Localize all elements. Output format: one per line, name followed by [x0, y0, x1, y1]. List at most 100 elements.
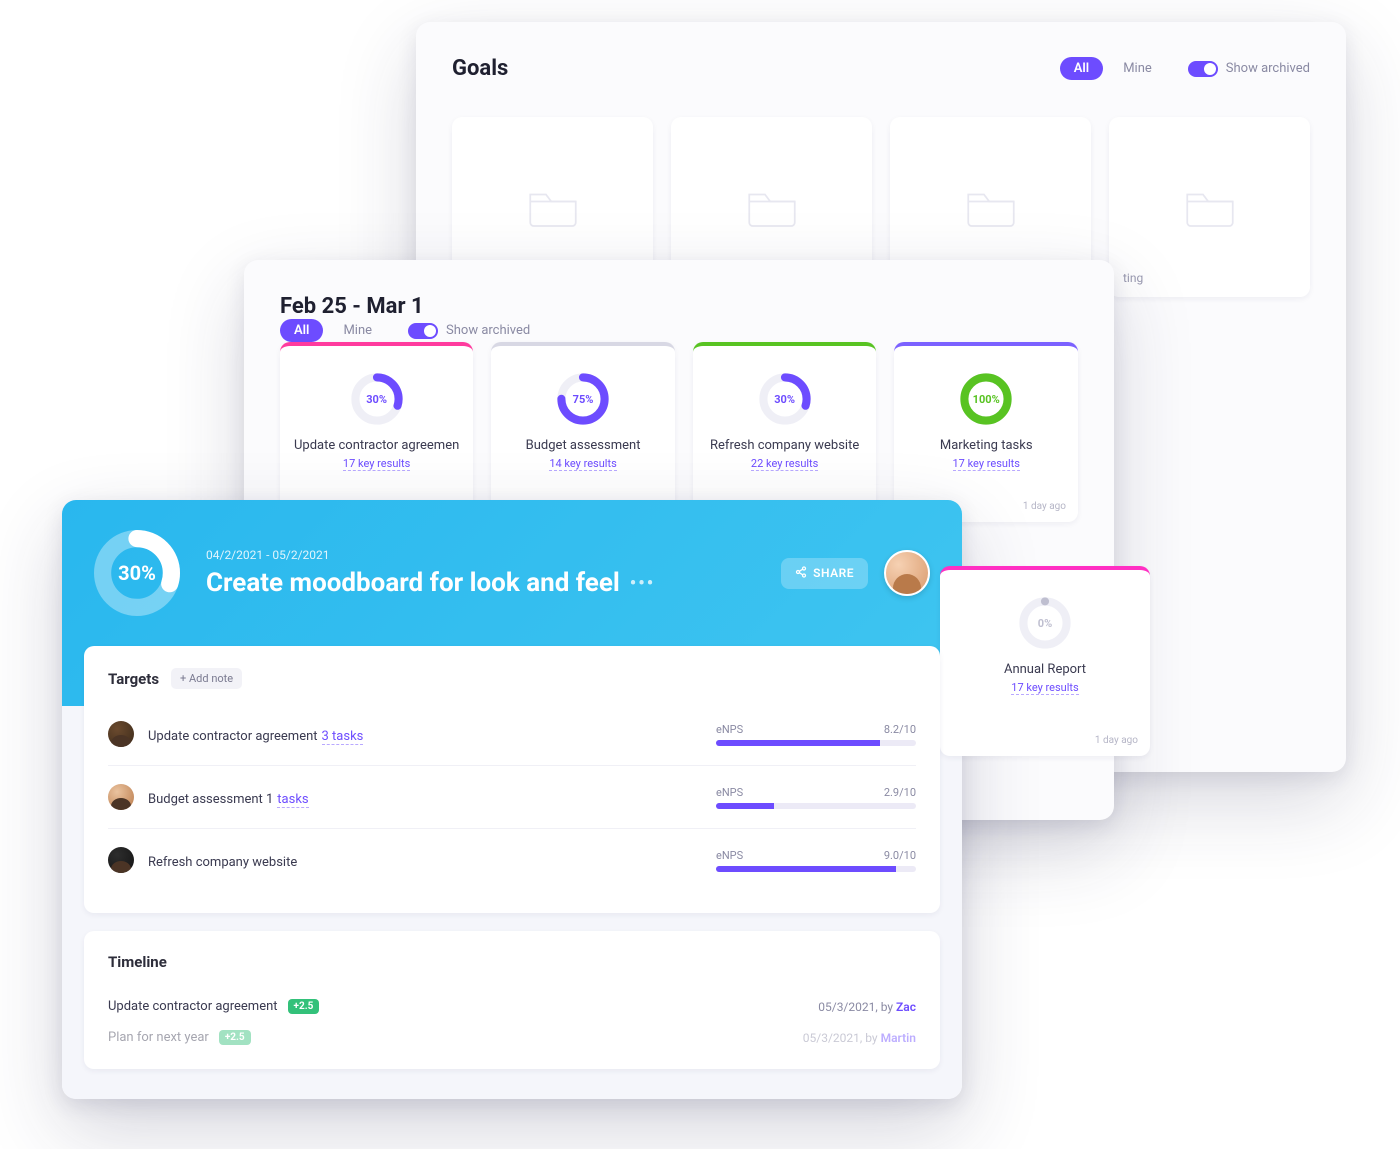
progress-ring: 30%: [350, 372, 404, 426]
goal-title: Create moodboard for look and feel •••: [206, 568, 655, 598]
filter-all[interactable]: All: [1060, 57, 1103, 80]
timeline-heading: Timeline: [108, 953, 167, 971]
assignee-avatar[interactable]: [108, 847, 134, 873]
archived-toggle-row: Show archived: [1188, 61, 1310, 77]
target-title-wrap: Budget assessment 1 tasks: [148, 788, 309, 807]
folder-icon: [963, 181, 1019, 233]
progress-value: 30%: [94, 530, 180, 616]
goal-card[interactable]: 30% Update contractor agreemen 17 key re…: [280, 342, 473, 522]
timeline-by[interactable]: Zac: [896, 1000, 916, 1014]
target-title: Update contractor agreement: [148, 729, 318, 744]
enps-score: 9.0/10: [884, 849, 916, 862]
target-row: Budget assessment 1 tasks eNPS 2.9/10: [108, 765, 916, 828]
timeline-title: Plan for next year: [108, 1030, 209, 1045]
page-title: Goals: [452, 56, 508, 81]
progress-value: 30%: [350, 372, 404, 426]
enps-label: eNPS: [716, 786, 743, 799]
goal-name: Refresh company website: [707, 438, 863, 453]
targets-head: Targets + Add note: [108, 668, 916, 689]
enps-meter: eNPS 8.2/10: [716, 723, 916, 746]
filter-mine[interactable]: Mine: [329, 319, 386, 342]
assignee-avatar[interactable]: [108, 721, 134, 747]
target-row: Update contractor agreement 3 tasks eNPS…: [108, 703, 916, 765]
progress-value: 30%: [758, 372, 812, 426]
goal-daterange: 04/2/2021 - 05/2/2021: [206, 548, 655, 562]
assignee-avatar[interactable]: [108, 784, 134, 810]
timeline-meta: 05/3/2021, by Zac: [818, 1000, 916, 1014]
enps-bar: [716, 803, 916, 809]
goal-meta[interactable]: 22 key results: [751, 457, 818, 471]
folder-icon: [525, 181, 581, 233]
owner-avatar[interactable]: [884, 550, 930, 596]
targets-list: Update contractor agreement 3 tasks eNPS…: [108, 703, 916, 891]
enps-meter: eNPS 9.0/10: [716, 849, 916, 872]
goal-card[interactable]: 30% Refresh company website 22 key resul…: [693, 342, 877, 522]
goal-card[interactable]: 0% Annual Report 17 key results 1 day ag…: [940, 566, 1150, 756]
archived-toggle-row: Show archived: [408, 323, 530, 339]
target-title: Refresh company website: [148, 855, 297, 870]
archived-label: Show archived: [446, 323, 530, 338]
weekly-header: Feb 25 - Mar 1 All Mine Show archived: [280, 294, 1078, 342]
goal-detail-actions: SHARE: [781, 550, 930, 596]
share-button[interactable]: SHARE: [781, 558, 868, 589]
timeline-delta: +2.5: [219, 1030, 251, 1045]
progress-ring: 30%: [758, 372, 812, 426]
goal-name: Annual Report: [954, 662, 1136, 677]
goal-detail-heading: 04/2/2021 - 05/2/2021 Create moodboard f…: [206, 548, 655, 598]
enps-bar: [716, 740, 916, 746]
goal-meta[interactable]: 14 key results: [549, 457, 616, 471]
enps-score: 8.2/10: [884, 723, 916, 736]
target-title: Budget assessment 1: [148, 792, 273, 807]
goal-card[interactable]: 100% Marketing tasks 17 key results 1 da…: [894, 342, 1078, 522]
enps-bar: [716, 866, 916, 872]
progress-ring: 30%: [94, 530, 180, 616]
timeline-list: Update contractor agreement +2.5 05/3/20…: [108, 985, 916, 1047]
enps-label: eNPS: [716, 723, 743, 736]
goal-card[interactable]: 75% Budget assessment 14 key results: [491, 342, 675, 522]
progress-ring: 100%: [959, 372, 1013, 426]
archived-toggle[interactable]: [408, 323, 438, 339]
tasks-link[interactable]: 3 tasks: [322, 729, 364, 745]
goal-meta[interactable]: 17 key results: [953, 457, 1020, 471]
target-row: Refresh company website eNPS 9.0/10: [108, 828, 916, 891]
folder-caption: ting: [1123, 271, 1143, 285]
goal-overflow-column: 0% Annual Report 17 key results 1 day ag…: [940, 566, 1150, 756]
progress-ring: 75%: [556, 372, 610, 426]
goal-name: Budget assessment: [505, 438, 661, 453]
share-icon: [795, 566, 807, 581]
goal-detail-body: Targets + Add note Update contractor agr…: [62, 646, 962, 1099]
goal-timestamp: 1 day ago: [1095, 735, 1138, 746]
filter-mine[interactable]: Mine: [1109, 57, 1166, 80]
tasks-link[interactable]: tasks: [277, 792, 308, 808]
filter-all[interactable]: All: [280, 319, 323, 342]
filter-segment: All Mine: [1060, 57, 1166, 80]
enps-label: eNPS: [716, 849, 743, 862]
timeline-row: Plan for next year +2.5 05/3/2021, by Ma…: [108, 1016, 916, 1047]
target-title-wrap: Refresh company website: [148, 851, 297, 870]
share-label: SHARE: [813, 566, 854, 580]
progress-ring: 0%: [1018, 596, 1072, 650]
archived-toggle[interactable]: [1188, 61, 1218, 77]
goal-timestamp: 1 day ago: [1023, 501, 1066, 512]
enps-score: 2.9/10: [884, 786, 916, 799]
timeline-title: Update contractor agreement: [108, 999, 278, 1014]
archived-label: Show archived: [1226, 61, 1310, 76]
progress-value: 75%: [556, 372, 610, 426]
timeline-by[interactable]: Martin: [881, 1031, 916, 1045]
weekly-header-controls: All Mine Show archived: [280, 319, 1078, 342]
progress-value: 0%: [1018, 596, 1072, 650]
folder-icon: [744, 181, 800, 233]
more-icon[interactable]: •••: [630, 573, 655, 594]
progress-value: 100%: [959, 372, 1013, 426]
targets-card: Targets + Add note Update contractor agr…: [84, 646, 940, 913]
filter-segment: All Mine: [280, 319, 386, 342]
folder-icon: [1182, 181, 1238, 233]
target-title-wrap: Update contractor agreement 3 tasks: [148, 725, 363, 744]
goal-name: Marketing tasks: [908, 438, 1064, 453]
add-note-button[interactable]: + Add note: [171, 668, 242, 689]
timeline-card: Timeline Update contractor agreement +2.…: [84, 931, 940, 1069]
goal-meta[interactable]: 17 key results: [1011, 681, 1078, 695]
goal-name: Update contractor agreemen: [294, 438, 459, 453]
folder-card[interactable]: ting: [1109, 117, 1310, 297]
goal-meta[interactable]: 17 key results: [343, 457, 410, 471]
